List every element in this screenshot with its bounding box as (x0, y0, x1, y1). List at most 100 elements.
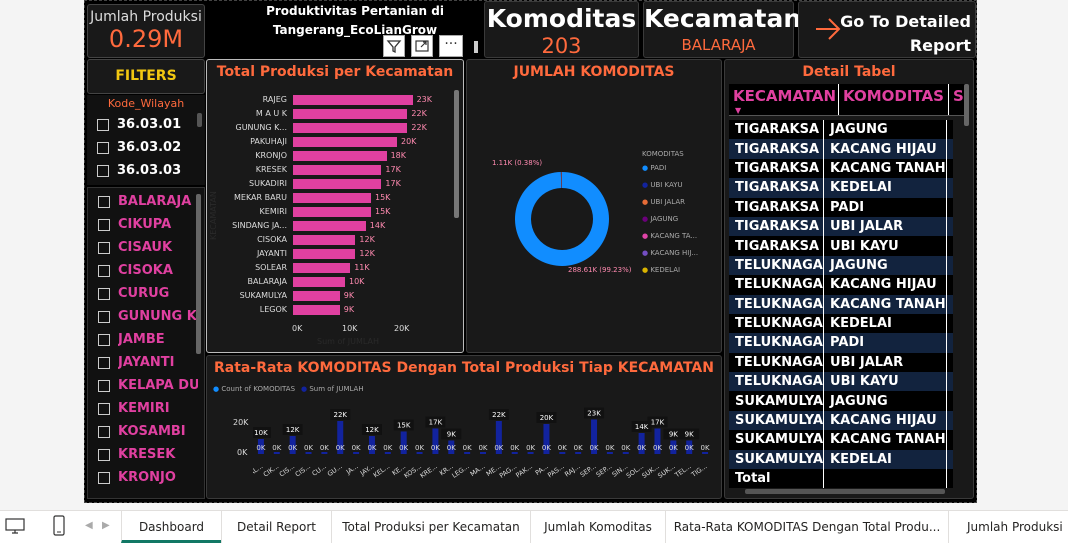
detail-table-hscroll[interactable] (745, 489, 945, 494)
bar-row[interactable]: RAJEG23K (217, 93, 457, 107)
kecamatan-option[interactable]: GUNUNG K... (88, 305, 204, 328)
bar[interactable] (293, 109, 407, 119)
kecamatan-scrollbar[interactable] (196, 194, 201, 354)
combo-bar[interactable] (306, 452, 312, 454)
checkbox[interactable] (98, 219, 110, 231)
bar-row[interactable]: KEMIRI15K (217, 205, 457, 219)
donut-legend-item[interactable]: ● KACANG HIJ... (642, 249, 722, 266)
donut-legend-item[interactable]: ● UBI JALAR (642, 198, 722, 215)
combo-bar[interactable] (353, 452, 359, 454)
checkbox[interactable] (98, 334, 110, 346)
bar[interactable] (293, 123, 407, 133)
tab-jumlah-produksi[interactable]: Jumlah Produksi (948, 511, 1068, 543)
bar[interactable] (293, 95, 413, 105)
bar-row[interactable]: SOLEAR11K (217, 261, 457, 275)
bar[interactable] (293, 165, 381, 175)
bar[interactable] (293, 207, 371, 217)
checkbox[interactable] (97, 119, 109, 131)
kecamatan-option[interactable]: CISAUK (88, 236, 204, 259)
bar[interactable] (293, 193, 371, 203)
checkbox[interactable] (98, 357, 110, 369)
table-total-row[interactable]: Total (729, 469, 953, 488)
kecamatan-option[interactable]: KRONJO (88, 466, 204, 489)
checkbox[interactable] (98, 426, 110, 438)
kecamatan-option[interactable]: CIKUPA (88, 213, 204, 236)
table-row[interactable]: TELUKNAGAJAGUNG (729, 256, 953, 275)
bar[interactable] (293, 291, 340, 301)
kecamatan-option[interactable]: CISOKA (88, 259, 204, 282)
table-row[interactable]: TELUKNAGAKACANG TANAH (729, 295, 953, 314)
filter-icon[interactable] (383, 35, 405, 57)
kecamatan-option[interactable]: KELAPA DUA (88, 374, 204, 397)
bar[interactable] (293, 263, 350, 273)
table-row[interactable]: TIGARAKSAKACANG TANAH (729, 159, 953, 178)
bar[interactable] (293, 235, 355, 245)
checkbox[interactable] (97, 165, 109, 177)
checkbox[interactable] (98, 472, 110, 484)
tab-rata-rata[interactable]: Rata-Rata KOMODITAS Dengan Total Produ..… (665, 511, 948, 543)
tab-total-produksi[interactable]: Total Produksi per Kecamatan (331, 511, 530, 543)
checkbox[interactable] (98, 288, 110, 300)
kecamatan-option[interactable]: JAMBE (88, 328, 204, 351)
checkbox[interactable] (98, 403, 110, 415)
donut-legend-item[interactable]: ● PADI (642, 164, 722, 181)
desktop-view-icon[interactable] (4, 515, 26, 541)
table-row[interactable]: TIGARAKSAJAGUNG (729, 120, 953, 139)
bar[interactable] (293, 249, 355, 259)
combo-bar[interactable] (385, 452, 391, 454)
combo-bar[interactable] (575, 452, 581, 454)
bar[interactable] (293, 221, 366, 231)
drag-handle-icon[interactable] (474, 41, 478, 53)
wilayah-option[interactable]: 36.03.01 (87, 113, 205, 136)
bar[interactable] (293, 277, 345, 287)
table-row[interactable]: TELUKNAGAPADI (729, 333, 953, 352)
table-row[interactable]: TIGARAKSAPADI (729, 198, 953, 217)
bar[interactable] (293, 305, 340, 315)
combo-bar[interactable] (321, 452, 327, 454)
kecamatan-option[interactable]: KRESEK (88, 443, 204, 466)
table-row[interactable]: TIGARAKSAKEDELAI (729, 178, 953, 197)
table-row[interactable]: SUKAMULYAKEDELAI (729, 450, 953, 469)
wilayah-option[interactable]: 36.03.02 (87, 136, 205, 159)
bar-row[interactable]: BALARAJA10K (217, 275, 457, 289)
tab-prev-icon[interactable]: ◀ (85, 520, 93, 531)
tab-dashboard[interactable]: Dashboard (121, 511, 221, 543)
checkbox[interactable] (98, 311, 110, 323)
checkbox[interactable] (98, 196, 110, 208)
checkbox[interactable] (98, 449, 110, 461)
combo-bar[interactable] (702, 452, 708, 454)
combo-bar[interactable] (528, 452, 534, 454)
kecamatan-option[interactable]: KEMIRI (88, 397, 204, 420)
table-row[interactable]: TELUKNAGAUBI KAYU (729, 372, 953, 391)
table-row[interactable]: TELUKNAGAKEDELAI (729, 314, 953, 333)
bar-row[interactable]: LEGOK9K (217, 303, 457, 317)
bar-row[interactable]: SINDANG JA...14K (217, 219, 457, 233)
table-row[interactable]: TIGARAKSAUBI JALAR (729, 217, 953, 236)
combo-bar[interactable] (274, 452, 280, 454)
go-to-detailed-report-button[interactable]: Go To Detailed Report (798, 1, 976, 58)
donut-legend-item[interactable]: ● UBI KAYU (642, 181, 722, 198)
combo-bar[interactable] (607, 452, 613, 454)
tab-next-icon[interactable]: ▶ (102, 520, 110, 531)
checkbox[interactable] (98, 265, 110, 277)
kecamatan-option[interactable]: JAYANTI (88, 351, 204, 374)
combo-bar[interactable] (464, 452, 470, 454)
table-row[interactable]: TELUKNAGAKACANG HIJAU (729, 275, 953, 294)
checkbox[interactable] (98, 242, 110, 254)
kecamatan-option[interactable]: KOSAMBI (88, 420, 204, 443)
kecamatan-option[interactable]: CURUG (88, 282, 204, 305)
bar-row[interactable]: MEKAR BARU15K (217, 191, 457, 205)
table-row[interactable]: TELUKNAGAUBI JALAR (729, 353, 953, 372)
combo-bar[interactable] (623, 452, 629, 454)
bar-row[interactable]: CISOKA12K (217, 233, 457, 247)
combo-bar[interactable] (417, 452, 423, 454)
bar-row[interactable]: KRONJO18K (217, 149, 457, 163)
bar-row[interactable]: PAKUHAJI20K (217, 135, 457, 149)
detail-table-vscroll[interactable] (964, 84, 969, 126)
table-row[interactable]: SUKAMULYAKACANG HIJAU (729, 411, 953, 430)
donut-slice[interactable] (515, 172, 609, 266)
donut-legend-item[interactable]: ● KACANG TA... (642, 232, 722, 249)
tab-detail-report[interactable]: Detail Report (221, 511, 331, 543)
bar-row[interactable]: GUNUNG K...22K (217, 121, 457, 135)
header-komoditas[interactable]: KOMODITAS (839, 84, 949, 115)
